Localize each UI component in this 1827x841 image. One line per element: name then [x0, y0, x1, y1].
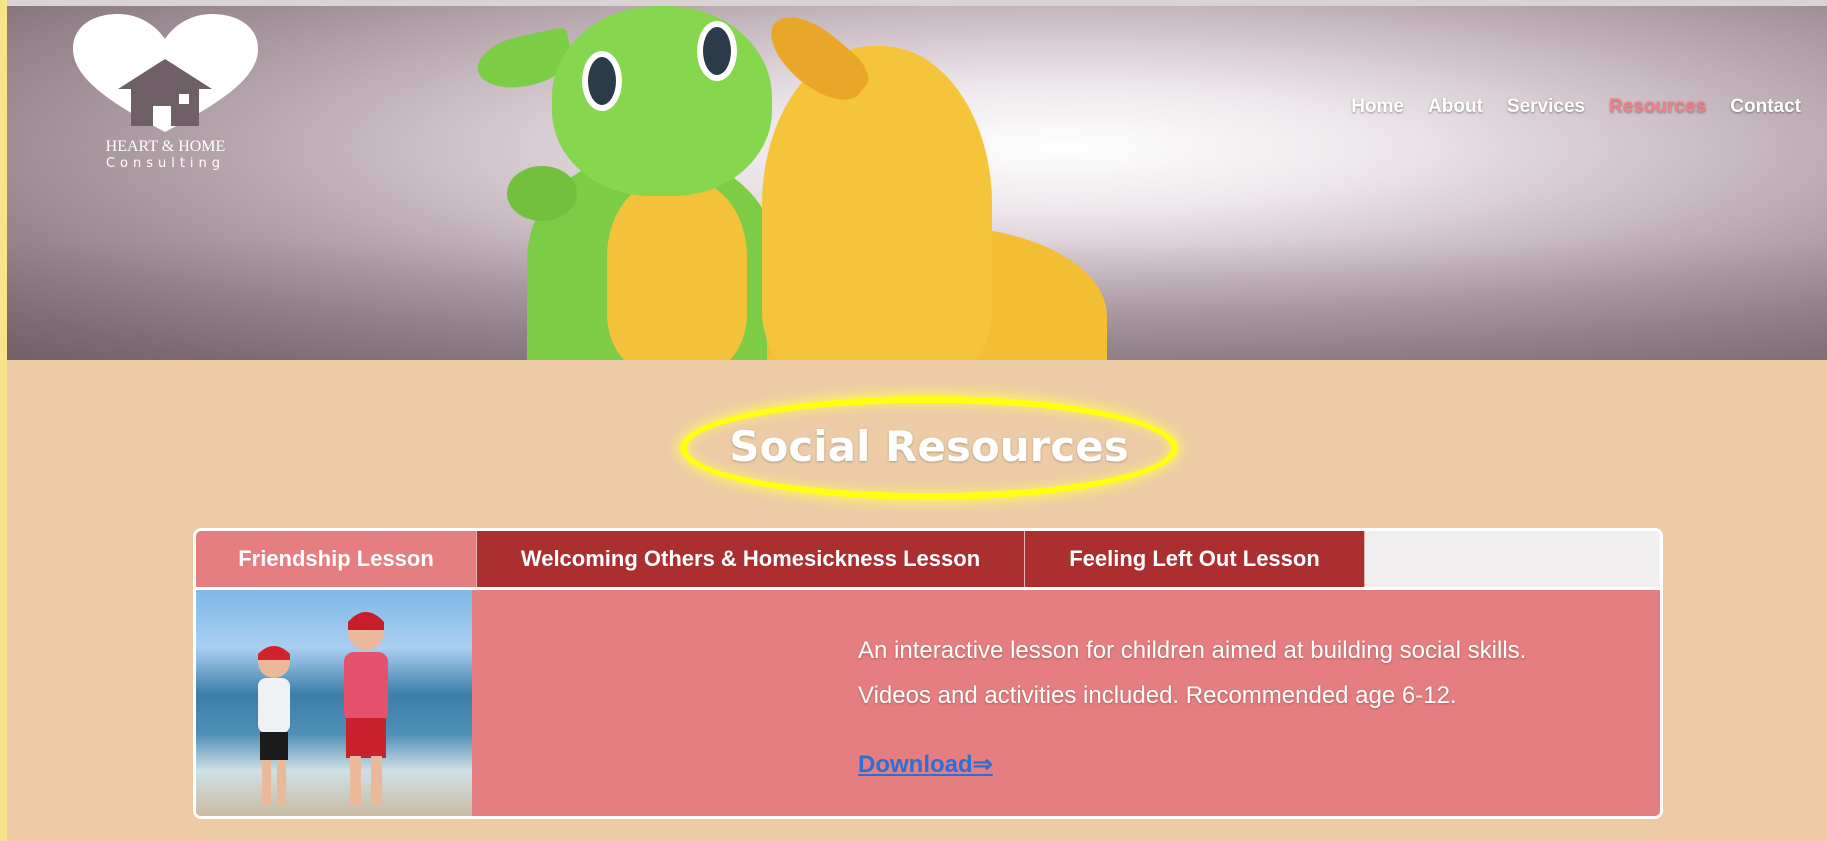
hero-banner: HEART & HOME Consulting Home About Servi… [7, 6, 1827, 360]
brand-tagline: Consulting [105, 156, 226, 171]
tab-welcoming-others-lesson[interactable]: Welcoming Others & Homesickness Lesson [477, 531, 1025, 587]
lessons-panel: Friendship Lesson Welcoming Others & Hom… [193, 528, 1663, 819]
children-beach-photo [196, 590, 472, 816]
lesson-tabs: Friendship Lesson Welcoming Others & Hom… [196, 531, 1365, 587]
download-link[interactable]: Download⇒ [858, 750, 993, 779]
plush-dragon-belly [607, 181, 747, 360]
heart-home-logo[interactable]: HEART & HOME Consulting [73, 14, 258, 174]
nav-home[interactable]: Home [1351, 96, 1404, 118]
tab-feeling-left-out-lesson[interactable]: Feeling Left Out Lesson [1025, 531, 1365, 587]
plush-dragon-head [552, 6, 772, 196]
title-area: Social Resources [674, 392, 1184, 504]
description-line-2: Videos and activities included. Recommen… [858, 682, 1457, 709]
page: HEART & HOME Consulting Home About Servi… [7, 0, 1827, 841]
nav-resources[interactable]: Resources [1609, 96, 1706, 118]
page-title: Social Resources [729, 422, 1129, 471]
main-nav: Home About Services Resources Contact [1351, 96, 1801, 118]
plush-duck-head [762, 46, 992, 360]
description-line-1: An interactive lesson for children aimed… [858, 637, 1527, 664]
nav-about[interactable]: About [1428, 96, 1483, 118]
tab-friendship-lesson[interactable]: Friendship Lesson [196, 531, 477, 587]
brand-name: HEART & HOME [105, 138, 226, 155]
house-icon [73, 14, 258, 132]
lesson-description: An interactive lesson for children aimed… [858, 628, 1526, 718]
nav-contact[interactable]: Contact [1730, 96, 1801, 118]
nav-services[interactable]: Services [1507, 96, 1585, 118]
tab-content: An interactive lesson for children aimed… [196, 587, 1660, 816]
